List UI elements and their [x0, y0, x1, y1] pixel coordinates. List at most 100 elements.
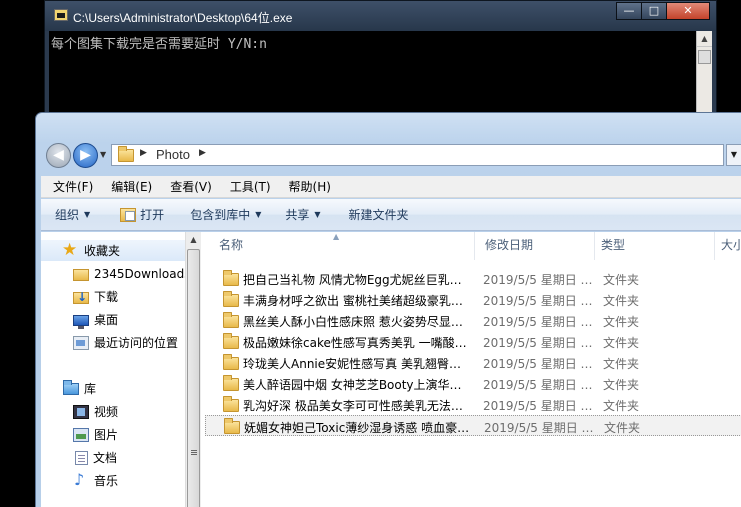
console-titlebar[interactable]: C:\Users\Administrator\Desktop\64位.exe —… — [45, 1, 716, 31]
menu-view[interactable]: 查看(V) — [164, 178, 218, 195]
sidebar-item-libraries[interactable]: 库 — [41, 378, 185, 399]
column-header-name[interactable]: ▲ 名称 — [203, 232, 475, 260]
back-button[interactable]: ◀ — [46, 143, 71, 168]
table-row[interactable]: 玲珑美人Annie安妮性感写真 美乳翘臀下… 2019/5/5 星期日 … 文件… — [205, 352, 741, 373]
chevron-down-icon: ▼ — [314, 210, 321, 219]
menu-edit[interactable]: 编辑(E) — [105, 178, 158, 195]
close-button[interactable]: ✕ — [666, 2, 710, 20]
folder-icon — [223, 291, 239, 307]
folder-icon — [223, 396, 239, 412]
sidebar-item-2345downloads[interactable]: 2345Downloads — [41, 263, 185, 284]
open-folder-icon — [120, 207, 137, 222]
breadcrumb-separator-icon[interactable]: ▶ — [199, 148, 206, 158]
column-header-label: 大小 — [721, 238, 741, 252]
sidebar-item-label: 视频 — [94, 405, 119, 419]
sidebar-item-label: 音乐 — [94, 474, 119, 488]
console-scroll-thumb[interactable] — [698, 50, 711, 64]
folder-icon — [223, 354, 239, 370]
sidebar-item-pictures[interactable]: 图片 — [41, 424, 185, 445]
organize-button[interactable]: 组织 ▼ — [55, 206, 90, 223]
sidebar-item-label: 下载 — [94, 290, 119, 304]
chevron-down-icon: ▼ — [84, 210, 91, 219]
file-name: 极品嫩妹徐cake性感写真秀美乳 一嘴酸… — [243, 336, 467, 350]
forward-button[interactable]: ▶ — [73, 143, 98, 168]
sidebar-item-label: 桌面 — [94, 313, 119, 327]
breadcrumb-photo[interactable]: Photo — [156, 147, 190, 162]
navigation-row: ◀ ▶ ▼ ▶ Photo ▶ ▼ ↻ — [36, 143, 741, 169]
document-icon — [75, 450, 88, 465]
table-row[interactable]: 把自己当礼物 风情尤物Egg尤妮丝巨乳… 2019/5/5 星期日 … 文件夹 — [205, 268, 741, 289]
table-row[interactable]: 丰满身材呼之欲出 蜜桃社美绪超级豪乳… 2019/5/5 星期日 … 文件夹 — [205, 289, 741, 310]
back-arrow-icon: ◀ — [53, 147, 64, 163]
file-name: 妩媚女神妲己Toxic薄纱湿身诱惑 喷血豪… — [244, 421, 470, 435]
explorer-content: 收藏夹 2345Downloads 下载 桌面 最近访问的位置 库 — [41, 232, 741, 507]
sidebar-item-label: 文档 — [93, 451, 118, 465]
file-name: 美人醉语园中烟 女神芝芝Booty上演华… — [243, 378, 462, 392]
file-name: 把自己当礼物 风情尤物Egg尤妮丝巨乳… — [243, 273, 462, 287]
table-row[interactable]: 黑丝美人酥小白性感床照 惹火姿势尽显… 2019/5/5 星期日 … 文件夹 — [205, 310, 741, 331]
file-date: 2019/5/5 星期日 … — [483, 273, 593, 287]
file-name: 玲珑美人Annie安妮性感写真 美乳翘臀下… — [243, 357, 471, 371]
chevron-down-icon: ▼ — [255, 210, 262, 219]
folder-icon — [223, 312, 239, 328]
folder-icon — [223, 333, 239, 349]
scroll-up-arrow-icon[interactable]: ▲ — [186, 232, 201, 248]
share-label: 共享 — [285, 208, 310, 222]
file-name: 黑丝美人酥小白性感床照 惹火姿势尽显… — [243, 315, 463, 329]
file-type: 文件夹 — [603, 399, 640, 413]
scroll-up-arrow-icon[interactable]: ▲ — [697, 31, 712, 47]
menu-help[interactable]: 帮助(H) — [283, 178, 337, 195]
sidebar-item-downloads[interactable]: 下载 — [41, 286, 185, 307]
sidebar-item-videos[interactable]: 视频 — [41, 401, 185, 422]
share-button[interactable]: 共享 ▼ — [285, 206, 320, 223]
folder-icon — [73, 268, 89, 281]
address-bar[interactable]: ▶ Photo ▶ — [111, 144, 724, 166]
column-header-type[interactable]: 类型 — [595, 232, 715, 260]
scroll-thumb[interactable] — [187, 249, 200, 507]
file-type: 文件夹 — [603, 315, 640, 329]
file-date: 2019/5/5 星期日 … — [483, 399, 593, 413]
table-row[interactable]: 乳沟好深 极品美女李可可性感美乳无法… 2019/5/5 星期日 … 文件夹 — [205, 394, 741, 415]
console-output[interactable]: 每个图集下载完是否需要延时 Y/N:n — [49, 31, 696, 117]
column-header-size[interactable]: 大小 — [715, 232, 741, 260]
table-row-selected[interactable]: 妩媚女神妲己Toxic薄纱湿身诱惑 喷血豪… 2019/5/5 星期日 … 文件… — [205, 415, 741, 436]
sidebar-item-music[interactable]: 音乐 — [41, 470, 185, 491]
console-scrollbar[interactable]: ▲ — [696, 31, 712, 117]
sidebar-item-favorites[interactable]: 收藏夹 — [41, 240, 185, 261]
command-bar: 组织 ▼ 打开 包含到库中 ▼ 共享 ▼ 新建文件夹 — [41, 199, 741, 231]
video-icon — [73, 404, 89, 419]
address-dropdown-chevron-icon[interactable]: ▼ — [726, 144, 741, 166]
open-button[interactable]: 打开 — [120, 206, 164, 223]
forward-arrow-icon: ▶ — [80, 147, 91, 163]
column-header-label: 修改日期 — [485, 238, 534, 252]
file-date: 2019/5/5 星期日 … — [483, 378, 593, 392]
file-type: 文件夹 — [603, 378, 640, 392]
column-header-date[interactable]: 修改日期 — [475, 232, 595, 260]
navigation-pane-scrollbar[interactable]: ▲ — [185, 232, 201, 507]
sidebar-item-label: 2345Downloads — [94, 266, 185, 281]
sidebar-item-recent-places[interactable]: 最近访问的位置 — [41, 332, 185, 353]
folder-icon — [223, 270, 239, 286]
file-date: 2019/5/5 星期日 … — [483, 294, 593, 308]
music-note-icon — [73, 470, 89, 489]
open-label: 打开 — [140, 208, 165, 222]
menu-tools[interactable]: 工具(T) — [224, 178, 277, 195]
sidebar-item-label: 库 — [84, 382, 97, 396]
new-folder-button[interactable]: 新建文件夹 — [349, 206, 409, 223]
console-window: C:\Users\Administrator\Desktop\64位.exe —… — [44, 0, 717, 118]
file-name: 乳沟好深 极品美女李可可性感美乳无法… — [243, 399, 463, 413]
file-name: 丰满身材呼之欲出 蜜桃社美绪超级豪乳… — [243, 294, 463, 308]
recent-pages-chevron-icon[interactable]: ▼ — [100, 150, 106, 159]
file-type: 文件夹 — [604, 421, 641, 435]
sidebar-item-desktop[interactable]: 桌面 — [41, 309, 185, 330]
folder-icon — [223, 375, 239, 391]
sidebar-item-documents[interactable]: 文档 — [41, 447, 185, 468]
maximize-button[interactable]: □ — [641, 2, 667, 20]
file-date: 2019/5/5 星期日 … — [484, 421, 594, 435]
minimize-button[interactable]: — — [616, 2, 642, 20]
table-row[interactable]: 美人醉语园中烟 女神芝芝Booty上演华… 2019/5/5 星期日 … 文件夹 — [205, 373, 741, 394]
menu-file[interactable]: 文件(F) — [47, 178, 99, 195]
table-row[interactable]: 极品嫩妹徐cake性感写真秀美乳 一嘴酸… 2019/5/5 星期日 … 文件夹 — [205, 331, 741, 352]
include-in-library-button[interactable]: 包含到库中 ▼ — [190, 206, 261, 223]
breadcrumb-separator-icon[interactable]: ▶ — [140, 148, 147, 158]
